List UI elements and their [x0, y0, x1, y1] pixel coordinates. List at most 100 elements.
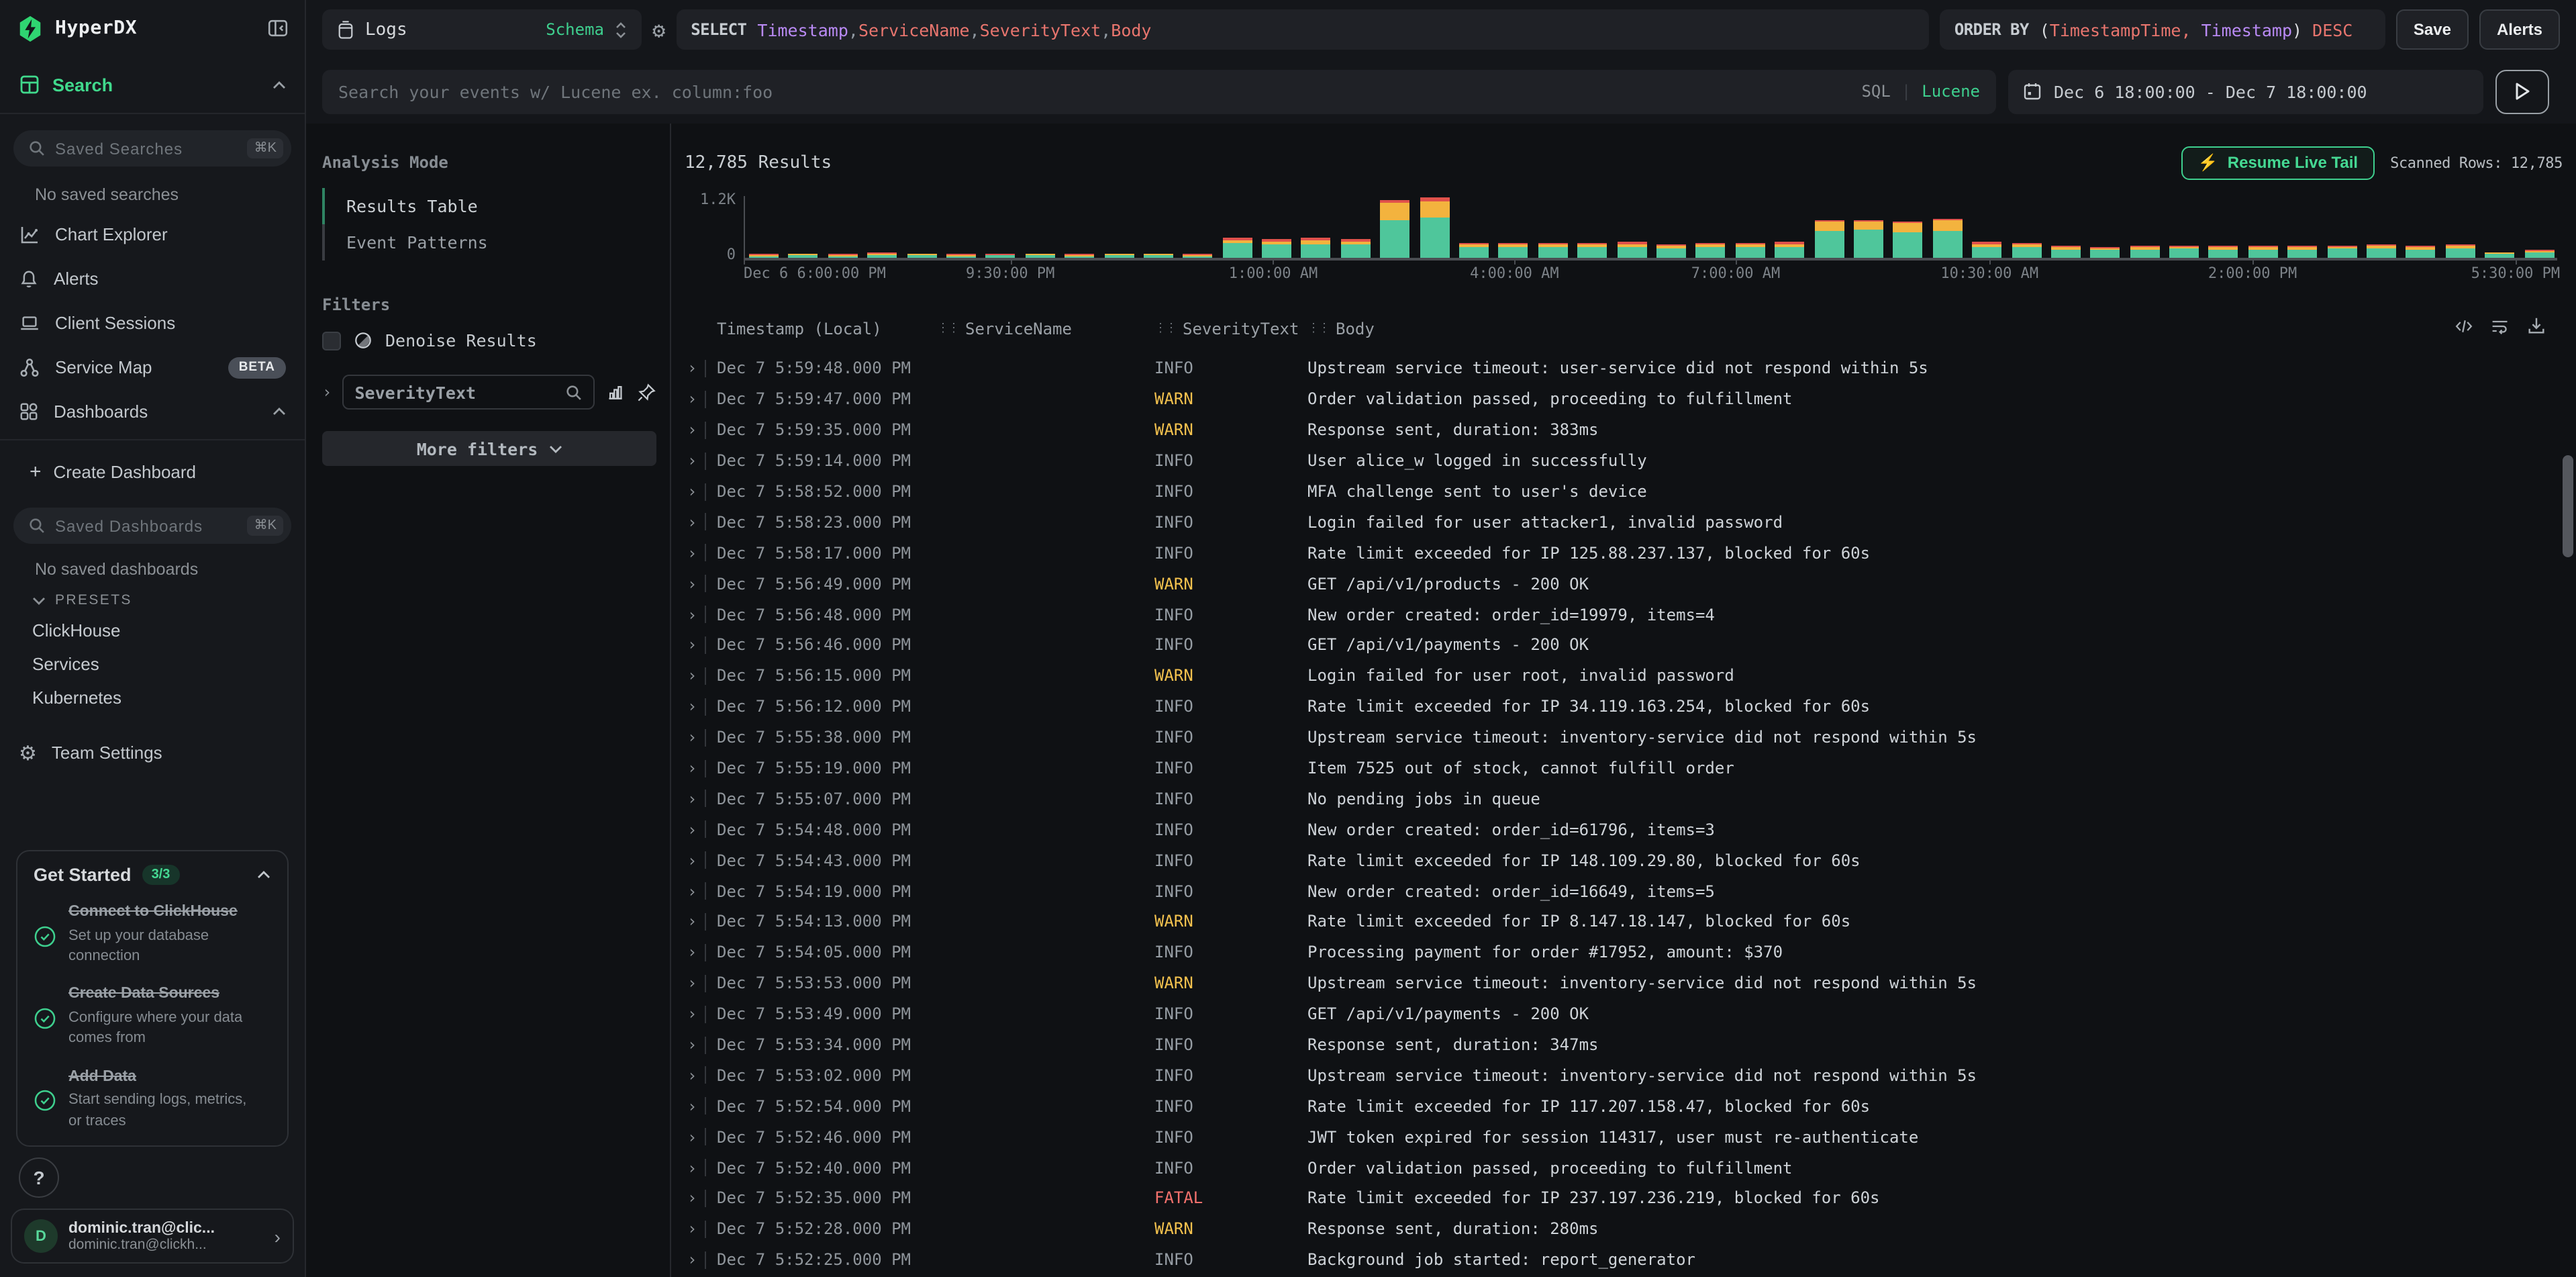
query-language-toggle[interactable]: SQL | Lucene	[1861, 82, 1980, 101]
sidebar-item-team-settings[interactable]: ⚙ Team Settings	[0, 730, 305, 775]
sidebar-item-client-sessions[interactable]: Client Sessions	[0, 301, 305, 345]
histogram-bar[interactable]	[1341, 239, 1371, 258]
histogram-bar[interactable]	[2012, 242, 2041, 258]
mode-results-table[interactable]: Results Table	[322, 188, 656, 224]
expand-row-icon[interactable]: ›	[687, 912, 697, 931]
histogram-bar[interactable]	[2327, 245, 2357, 258]
table-row[interactable]: ›Dec 7 5:54:43.000 PMINFORate limit exce…	[671, 845, 2576, 876]
histogram-bar[interactable]	[1538, 243, 1568, 258]
expand-row-icon[interactable]: ›	[687, 574, 697, 593]
collapse-sidebar-icon[interactable]	[267, 17, 289, 39]
histogram-bar[interactable]	[1025, 253, 1054, 258]
preset-kubernetes[interactable]: Kubernetes	[0, 681, 305, 714]
table-row[interactable]: ›Dec 7 5:56:12.000 PMINFORate limit exce…	[671, 692, 2576, 722]
histogram-bar[interactable]	[1420, 197, 1449, 258]
histogram-bar[interactable]	[2091, 246, 2120, 258]
column-header-servicename[interactable]: ⋮⋮ ServiceName	[937, 320, 1154, 338]
table-row[interactable]: ›Dec 7 5:52:25.000 PMINFOBackground job …	[671, 1245, 2576, 1276]
histogram-bar[interactable]	[1814, 220, 1844, 258]
expand-row-icon[interactable]: ›	[687, 1066, 697, 1085]
histogram-bar[interactable]	[2209, 246, 2238, 258]
table-row[interactable]: ›Dec 7 5:59:35.000 PMWARNResponse sent, …	[671, 415, 2576, 446]
user-account-button[interactable]: D dominic.tran@clic... dominic.tran@clic…	[11, 1209, 294, 1264]
resume-live-tail-button[interactable]: ⚡ Resume Live Tail	[2182, 146, 2374, 179]
table-row[interactable]: ›Dec 7 5:58:17.000 PMINFORate limit exce…	[671, 538, 2576, 569]
code-view-icon[interactable]	[2454, 316, 2474, 336]
histogram-bar[interactable]	[2367, 245, 2396, 258]
table-row[interactable]: ›Dec 7 5:54:48.000 PMINFONew order creat…	[671, 814, 2576, 845]
table-row[interactable]: ›Dec 7 5:55:38.000 PMINFOUpstream servic…	[671, 722, 2576, 753]
sidebar-item-chart-explorer[interactable]: Chart Explorer	[0, 212, 305, 256]
expand-row-icon[interactable]: ›	[687, 1035, 697, 1054]
histogram-bar[interactable]	[1301, 238, 1331, 258]
histogram-bar[interactable]	[1459, 243, 1489, 258]
histogram-bar[interactable]	[2248, 246, 2278, 258]
expand-row-icon[interactable]: ›	[687, 605, 697, 624]
histogram-bar[interactable]	[2485, 252, 2514, 258]
preset-clickhouse[interactable]: ClickHouse	[0, 614, 305, 647]
histogram-bar[interactable]	[1972, 242, 2001, 258]
get-started-step-add-data[interactable]: Add Data Start sending logs, metrics, or…	[34, 1067, 271, 1132]
get-started-step-connect[interactable]: Connect to ClickHouse Set up your databa…	[34, 902, 271, 967]
histogram-bar[interactable]	[1893, 221, 1923, 258]
sidebar-item-service-map[interactable]: Service Map BETA	[0, 345, 305, 389]
presets-header[interactable]: PRESETS	[0, 581, 305, 614]
expand-row-icon[interactable]: ›	[687, 513, 697, 532]
mode-event-patterns[interactable]: Event Patterns	[322, 224, 656, 261]
expand-row-icon[interactable]: ›	[687, 390, 697, 409]
wrap-text-icon[interactable]	[2490, 316, 2510, 336]
expand-row-icon[interactable]: ›	[687, 1251, 697, 1270]
histogram-bar[interactable]	[1144, 253, 1173, 258]
histogram-bar[interactable]	[2287, 246, 2317, 258]
histogram-bar[interactable]	[1064, 254, 1094, 258]
download-icon[interactable]	[2526, 316, 2546, 336]
column-header-body[interactable]: ⋮⋮ Body	[1307, 320, 2576, 338]
histogram-bar[interactable]	[1222, 237, 1252, 258]
table-row[interactable]: ›Dec 7 5:56:15.000 PMWARNLogin failed fo…	[671, 661, 2576, 692]
expand-row-icon[interactable]: ›	[687, 451, 697, 470]
saved-dashboards-input[interactable]: ⌘K	[13, 508, 291, 544]
histogram-bar[interactable]	[946, 254, 976, 258]
table-row[interactable]: ›Dec 7 5:52:54.000 PMINFORate limit exce…	[671, 1091, 2576, 1122]
expand-row-icon[interactable]: ›	[687, 974, 697, 993]
bar-chart-icon[interactable]	[605, 383, 626, 401]
expand-row-icon[interactable]: ›	[687, 544, 697, 563]
histogram-bar[interactable]	[828, 254, 858, 258]
expand-row-icon[interactable]: ›	[687, 943, 697, 962]
more-filters-button[interactable]: More filters	[322, 431, 656, 466]
denoise-checkbox[interactable]	[322, 331, 341, 350]
chevron-up-icon[interactable]	[256, 870, 271, 880]
expand-row-icon[interactable]: ›	[687, 1189, 697, 1208]
histogram-bar[interactable]	[1854, 220, 1883, 258]
vertical-scrollbar[interactable]	[2563, 455, 2573, 557]
histogram-bar[interactable]	[2524, 250, 2554, 258]
search-icon[interactable]	[565, 383, 583, 401]
expand-row-icon[interactable]: ›	[687, 1097, 697, 1116]
sidebar-item-search[interactable]: Search	[0, 56, 305, 114]
saved-dashboards-field[interactable]	[55, 516, 238, 535]
histogram-bar[interactable]	[2051, 246, 2081, 258]
expand-row-icon[interactable]: ›	[687, 882, 697, 900]
histogram-bar[interactable]	[1183, 254, 1213, 258]
chart-plot[interactable]	[744, 196, 2557, 261]
expand-row-icon[interactable]: ›	[687, 851, 697, 869]
create-dashboard-button[interactable]: + Create Dashboard	[0, 451, 305, 491]
query-settings-gear-icon[interactable]: ⚙	[652, 17, 665, 42]
histogram-bar[interactable]	[1656, 244, 1686, 258]
histogram-bar[interactable]	[749, 254, 779, 258]
table-row[interactable]: ›Dec 7 5:54:19.000 PMINFONew order creat…	[671, 876, 2576, 906]
histogram-bar[interactable]	[2446, 244, 2475, 258]
table-row[interactable]: ›Dec 7 5:53:53.000 PMWARNUpstream servic…	[671, 968, 2576, 999]
histogram-bar[interactable]	[1696, 243, 1726, 258]
date-range-picker[interactable]: Dec 6 18:00:00 - Dec 7 18:00:00	[2008, 69, 2483, 113]
expand-row-icon[interactable]: ›	[687, 1127, 697, 1146]
event-search-field[interactable]	[338, 81, 1848, 101]
histogram-bar[interactable]	[2406, 246, 2436, 258]
histogram-bar[interactable]	[907, 254, 936, 258]
table-row[interactable]: ›Dec 7 5:53:34.000 PMINFOResponse sent, …	[671, 1029, 2576, 1060]
column-header-severitytext[interactable]: ⋮⋮ SeverityText	[1154, 320, 1307, 338]
table-row[interactable]: ›Dec 7 5:52:40.000 PMINFOOrder validatio…	[671, 1152, 2576, 1183]
table-row[interactable]: ›Dec 7 5:52:35.000 PMFATALRate limit exc…	[671, 1183, 2576, 1214]
drag-handle-icon[interactable]: ⋮⋮	[1307, 322, 1329, 336]
drag-handle-icon[interactable]: ⋮⋮	[937, 322, 958, 336]
